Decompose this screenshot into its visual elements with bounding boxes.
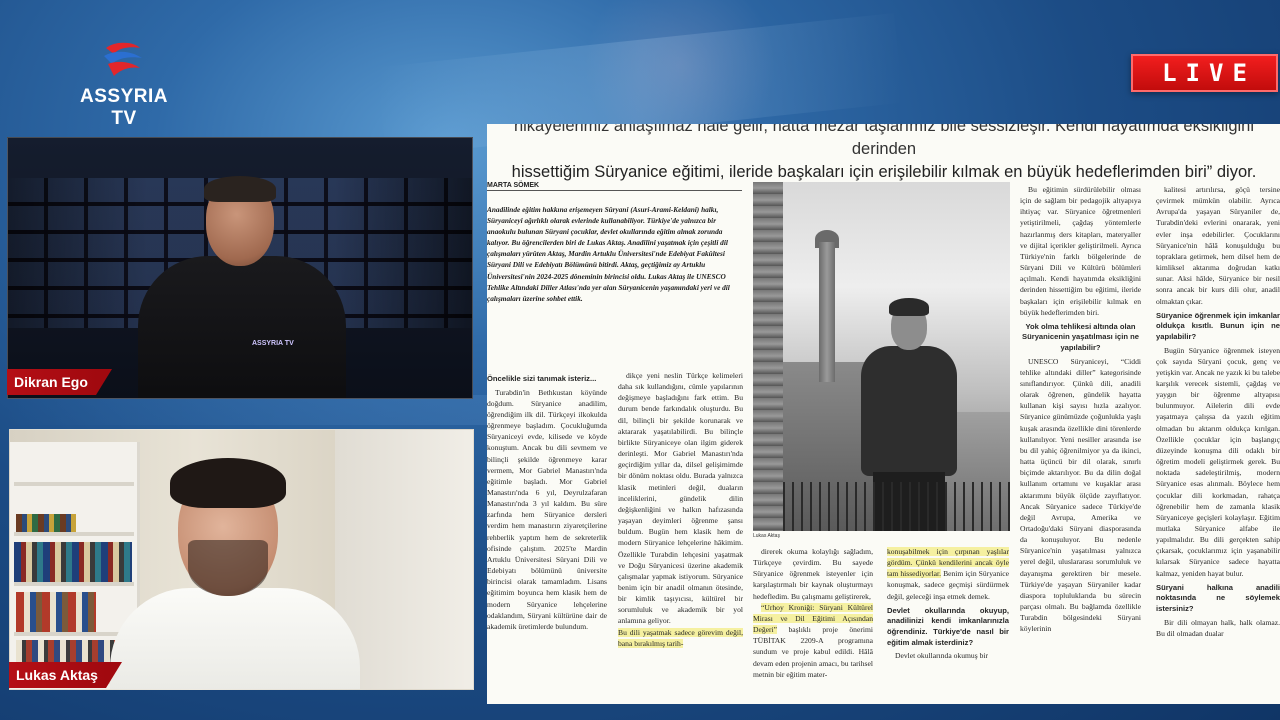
article-intro: Anadilinde eğitim hakkına erişemeyen Sür…	[487, 205, 730, 303]
interview-question: Öncelikle sizi tanımak isteriz...	[487, 374, 597, 383]
photo-person-hair	[889, 298, 929, 316]
shelf-board	[14, 582, 134, 586]
shelf-board	[14, 532, 134, 536]
books-row	[16, 514, 76, 532]
interview-answer: UNESCO Süryaniceyi, “Ciddi tehlike altın…	[1020, 356, 1141, 634]
lower-third-guest: Lukas Aktaş	[9, 662, 122, 688]
books-row	[14, 542, 132, 582]
video-feed-host: ASSYRIA TV	[7, 137, 473, 399]
article-column-3: direrek okuma kolaylığı sağladım, Türkçe…	[753, 546, 873, 680]
article-column-1: Öncelikle sizi tanımak isteriz... Turabd…	[487, 370, 607, 632]
guest-hair	[170, 458, 286, 508]
interview-answer: Bu eğitimin sürdürülebilir olması için d…	[1020, 185, 1141, 317]
interview-question: Süryanice öğrenmek için imkanlar oldukça…	[1156, 310, 1280, 341]
article-byline: MARTA SÖMEK	[487, 182, 742, 191]
photo-person-body	[861, 346, 957, 476]
interview-question: Devlet okullarında okuyup, anadilinizi k…	[887, 605, 1009, 647]
article-column-6: kalitesi artırılırsa, göçü tersine çevir…	[1156, 184, 1280, 639]
nametag-tail	[95, 369, 112, 395]
shelf-board	[14, 482, 134, 486]
interview-answer: Turabdin'in Bethkustan köyünde doğdum. S…	[487, 387, 607, 631]
background-glow	[560, 0, 800, 130]
interview-answer: Bir dili olmayan halk, halk olamaz. Bu d…	[1156, 617, 1280, 638]
newspaper-article: hikayelerimiz anlaşılmaz hale gelir, hat…	[487, 124, 1280, 704]
guest-name: Lukas Aktaş	[9, 662, 106, 688]
live-badge: LIVE	[1131, 54, 1278, 92]
host-body	[138, 256, 346, 398]
guest-beard	[188, 540, 268, 596]
host-name: Dikran Ego	[7, 369, 96, 395]
assyria-logo-icon	[104, 42, 142, 76]
article-headline: hikayelerimiz anlaşılmaz hale gelir, hat…	[493, 124, 1275, 184]
article-column-2: dikçe yeni neslin Türkçe kelimeleri daha…	[618, 370, 743, 649]
photo-railing	[783, 482, 1010, 531]
nametag-tail	[105, 662, 122, 688]
article-column-5: Bu eğitimin sürdürülebilir olması için d…	[1020, 184, 1141, 635]
live-label: LIVE	[1162, 59, 1256, 87]
interview-question: Süryani halkına anadili noktasında ne sö…	[1156, 582, 1280, 613]
photo-minaret	[819, 242, 835, 382]
photo-caption: Lukas Aktaş	[753, 533, 780, 539]
interview-answer: Devlet okullarında okumuş bir	[895, 651, 989, 661]
host-hair	[204, 176, 276, 202]
photo-carved-pillar	[753, 182, 783, 531]
article-column-4: konuşabilmek için çırpınan yaşlılar görd…	[887, 546, 1009, 661]
headline-line-1: hikayelerimiz anlaşılmaz hale gelir, hat…	[513, 124, 1255, 158]
shirt-logo-text: ASSYRIA TV	[252, 340, 294, 347]
interview-answer: direrek okuma kolaylığı sağladım, Türkçe…	[753, 547, 873, 601]
highlighted-text: Bu dili yaşatmak sadece görevim değil, b…	[618, 627, 743, 648]
video-feed-guest	[9, 429, 474, 690]
headline-line-2: hissettiğim Süryanice eğitimi, ileride b…	[511, 163, 1257, 181]
channel-logo: ASSYRIA TV	[66, 40, 182, 129]
interview-question: Yok olma tehlikesi altında olan Süryanic…	[1022, 321, 1139, 353]
article-photo	[753, 182, 1010, 531]
lower-third-host: Dikran Ego	[7, 369, 112, 395]
books-row	[16, 592, 96, 632]
logo-text: ASSYRIA TV	[80, 86, 168, 129]
interview-answer: kalitesi artırılırsa, göçü tersine çevir…	[1156, 185, 1280, 306]
interview-answer: Bugün Süryanice öğrenmek isteyen çok say…	[1156, 345, 1280, 578]
interview-answer: dikçe yeni neslin Türkçe kelimeleri daha…	[618, 371, 743, 626]
guest-body	[110, 588, 360, 689]
